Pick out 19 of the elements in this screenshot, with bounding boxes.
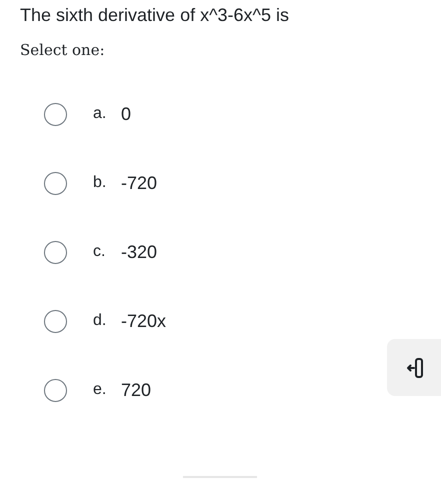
option-text: -720x <box>121 310 166 332</box>
exit-arrow-icon <box>406 356 424 378</box>
option-letter: a. <box>93 104 108 124</box>
radio-button[interactable] <box>44 378 67 402</box>
drawer-toggle-button[interactable] <box>387 339 441 396</box>
option-text: 720 <box>121 378 152 402</box>
option-text: -320 <box>121 240 158 264</box>
option-letter: b. <box>93 173 108 193</box>
option-letter: e. <box>93 380 108 400</box>
option-letter: c. <box>93 242 106 262</box>
radio-button[interactable] <box>44 102 67 126</box>
radio-button[interactable] <box>44 240 67 264</box>
select-prompt: Select one: <box>20 40 105 60</box>
option-letter: d. <box>93 311 108 331</box>
option-text: -720 <box>121 172 158 194</box>
question-text: The sixth derivative of x^3-6x^5 is <box>20 4 289 27</box>
option-text: 0 <box>121 102 132 126</box>
radio-button[interactable] <box>44 310 67 332</box>
radio-button[interactable] <box>44 172 67 194</box>
